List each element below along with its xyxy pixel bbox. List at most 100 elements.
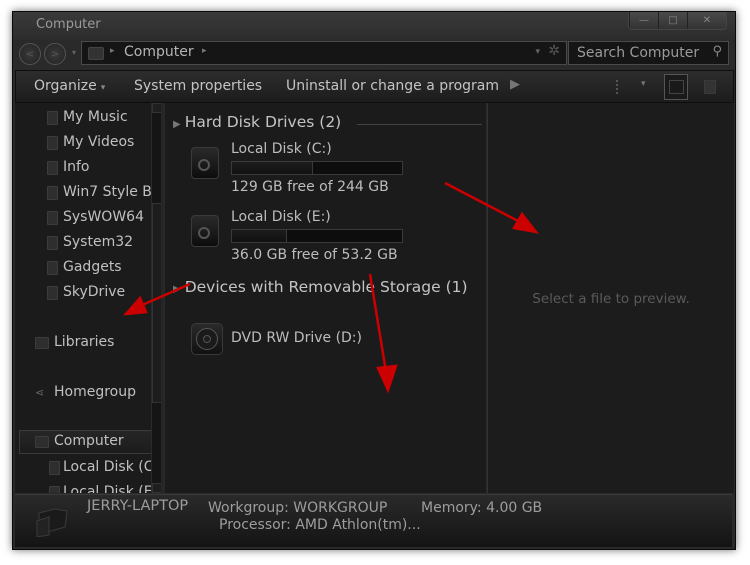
nav-item-local-disk-e[interactable]: Local Disk (E: — [15, 482, 151, 493]
nav-item-computer[interactable]: Computer — [19, 430, 151, 454]
drive-free-space: 36.0 GB free of 53.2 GB — [231, 247, 398, 263]
folder-icon — [47, 211, 58, 225]
preview-pane-toggle-icon[interactable] — [664, 74, 688, 100]
help-icon[interactable] — [704, 80, 716, 94]
maximize-button[interactable]: □ — [658, 12, 687, 29]
nav-item-label: Gadgets — [63, 259, 122, 275]
nav-item-gadgets[interactable]: Gadgets — [15, 257, 151, 279]
back-button[interactable]: < — [19, 43, 41, 65]
breadcrumb-separator-icon[interactable]: ▸ — [202, 46, 207, 56]
search-placeholder: Search Computer — [577, 45, 700, 61]
nav-item-label: Local Disk (E: — [63, 484, 151, 493]
nav-item-local-disk-c[interactable]: Local Disk (C: — [15, 457, 151, 479]
folder-icon — [47, 161, 58, 175]
nav-item-label: Libraries — [54, 334, 115, 350]
system-properties-button[interactable]: System properties — [134, 78, 262, 94]
folder-icon — [47, 236, 58, 250]
window-title: Computer — [36, 17, 101, 32]
change-view-icon[interactable] — [616, 80, 624, 94]
organize-label: Organize — [34, 78, 97, 94]
expand-triangle-icon: ▶ — [173, 119, 181, 130]
drive-usage-fill — [232, 162, 313, 174]
drive-item-dvd[interactable]: DVD RW Drive (D:) — [187, 323, 427, 359]
refresh-icon[interactable]: ✲ — [548, 43, 560, 59]
folder-icon — [47, 111, 58, 125]
drive-name: Local Disk (E:) — [231, 209, 331, 225]
content-pane: ▶ Hard Disk Drives (2) Local Disk (C:) 12… — [165, 103, 486, 493]
drive-item-c[interactable]: Local Disk (C:) 129 GB free of 244 GB — [187, 141, 427, 201]
nav-item-homegroup[interactable]: ⋖ Homegroup — [15, 382, 151, 404]
recent-pages-dropdown[interactable]: ▾ — [72, 48, 76, 57]
uninstall-program-button[interactable]: Uninstall or change a program — [286, 78, 499, 94]
nav-item-my-music[interactable]: My Music — [15, 107, 151, 129]
nav-item-libraries[interactable]: Libraries — [15, 332, 151, 354]
group-divider — [357, 124, 482, 125]
nav-item-label: Info — [63, 159, 90, 175]
folder-icon — [47, 286, 58, 300]
hard-drive-icon — [191, 147, 219, 179]
drive-usage-bar — [231, 161, 403, 175]
workgroup-info: Workgroup: WORKGROUP — [208, 500, 388, 516]
nav-item-my-videos[interactable]: My Videos — [15, 132, 151, 154]
folder-icon — [47, 136, 58, 150]
hard-drive-icon — [49, 486, 60, 493]
title-bar: Computer — □ ✕ — [13, 12, 735, 40]
nav-item-label: My Videos — [63, 134, 135, 150]
nav-item-label: SkyDrive — [63, 284, 126, 300]
breadcrumb-computer[interactable]: Computer — [124, 44, 194, 60]
computer-icon — [36, 508, 68, 537]
preview-pane: Select a file to preview. — [487, 103, 734, 493]
forward-arrow-icon: > — [50, 48, 60, 60]
nav-item-label: My Music — [63, 109, 128, 125]
close-button[interactable]: ✕ — [687, 12, 726, 29]
address-row: < > ▾ ▸ Computer ▸ ▾ ✲ Search Computer ⚲ — [13, 40, 735, 68]
breadcrumb-separator-icon[interactable]: ▸ — [110, 46, 115, 56]
more-commands-icon[interactable]: ▶ — [510, 77, 520, 92]
group-header-hard-disk-drives[interactable]: ▶ Hard Disk Drives (2) — [173, 113, 341, 131]
address-dropdown-icon[interactable]: ▾ — [535, 47, 540, 57]
search-icon[interactable]: ⚲ — [712, 44, 722, 59]
search-input[interactable]: Search Computer ⚲ — [568, 41, 729, 65]
minimize-button[interactable]: — — [629, 12, 658, 29]
drive-name: Local Disk (C:) — [231, 141, 332, 157]
folder-icon — [47, 186, 58, 200]
group-title: Hard Disk Drives (2) — [184, 113, 342, 131]
homegroup-icon: ⋖ — [35, 386, 45, 399]
details-pane: JERRY-LAPTOP Workgroup: WORKGROUP Memory… — [15, 494, 732, 547]
computer-name: JERRY-LAPTOP — [87, 498, 189, 514]
back-arrow-icon: < — [25, 48, 35, 60]
organize-button[interactable]: Organize ▾ — [34, 78, 105, 94]
folder-icon — [47, 261, 58, 275]
drive-item-e[interactable]: Local Disk (E:) 36.0 GB free of 53.2 GB — [187, 209, 427, 269]
preview-placeholder: Select a file to preview. — [532, 291, 690, 307]
nav-item-syswow64[interactable]: SysWOW64 — [15, 207, 151, 229]
forward-button[interactable]: > — [44, 43, 66, 65]
nav-item-label: Computer — [54, 433, 124, 449]
nav-item-system32[interactable]: System32 — [15, 232, 151, 254]
nav-item-win7-style[interactable]: Win7 Style Bu — [15, 182, 151, 204]
pane-divider[interactable] — [161, 103, 164, 493]
drive-name: DVD RW Drive (D:) — [231, 330, 362, 346]
computer-icon — [35, 436, 49, 448]
computer-icon — [88, 47, 104, 60]
nav-item-label: System32 — [63, 234, 134, 250]
nav-item-label: Win7 Style Bu — [63, 184, 151, 200]
group-title: Devices with Removable Storage (1) — [184, 278, 468, 296]
memory-info: Memory: 4.00 GB — [421, 500, 543, 516]
nav-item-label: SysWOW64 — [63, 209, 144, 225]
libraries-icon — [35, 337, 49, 349]
command-bar: Organize ▾ System properties Uninstall or… — [15, 70, 734, 103]
dvd-drive-icon — [191, 323, 223, 355]
view-options-dropdown[interactable]: ▾ — [641, 79, 646, 89]
group-header-removable-storage[interactable]: ▶ Devices with Removable Storage (1) — [173, 278, 468, 296]
address-bar[interactable]: ▸ Computer ▸ ▾ ✲ — [81, 41, 567, 65]
nav-item-label: Local Disk (C: — [63, 459, 151, 475]
nav-item-skydrive[interactable]: SkyDrive — [15, 282, 151, 304]
drive-free-space: 129 GB free of 244 GB — [231, 179, 389, 195]
drive-usage-fill — [232, 230, 288, 242]
hard-drive-icon — [49, 461, 60, 475]
caption-buttons: — □ ✕ — [628, 12, 727, 30]
drive-usage-bar — [231, 229, 403, 243]
nav-item-info[interactable]: Info — [15, 157, 151, 179]
navigation-pane: My Music My Videos Info Win7 Style Bu Sy… — [15, 103, 151, 493]
